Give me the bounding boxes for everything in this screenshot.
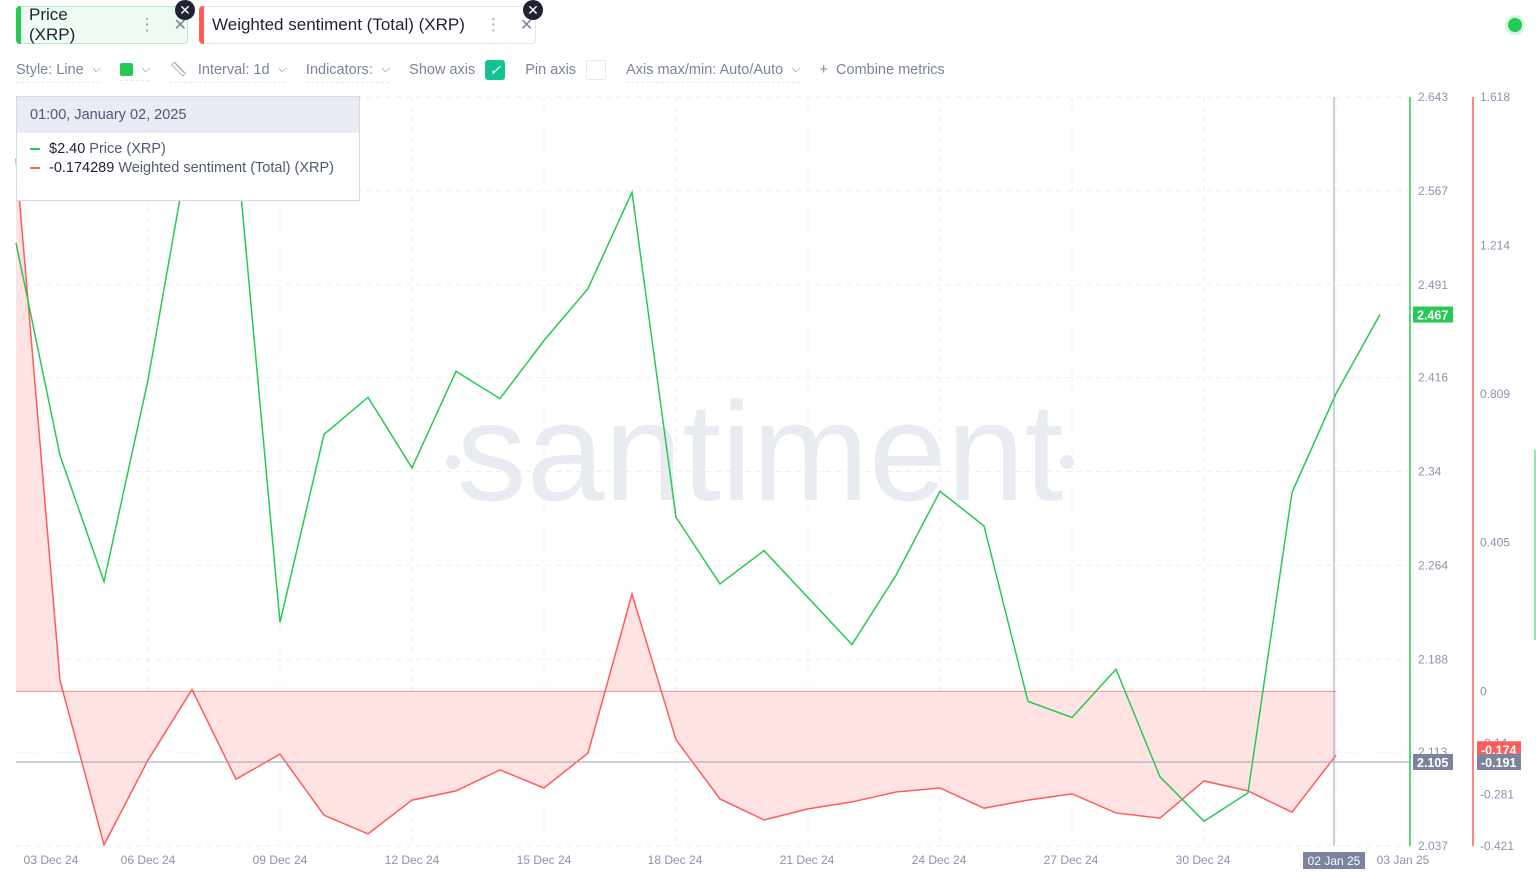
- x-tick-label: 21 Dec 24: [780, 853, 835, 867]
- legend-marker: [30, 148, 40, 150]
- x-tick-label: 12 Dec 24: [385, 853, 440, 867]
- sentiment-tick-label: 0: [1480, 684, 1487, 698]
- price-tick-label: 2.416: [1418, 371, 1448, 385]
- x-tick-label: 24 Dec 24: [912, 853, 967, 867]
- tooltip-date: 01:00, January 02, 2025: [17, 97, 359, 133]
- x-tick-label: 09 Dec 24: [253, 853, 308, 867]
- tooltip-row-price: $2.40 Price (XRP): [17, 141, 359, 157]
- sentiment-tick-label: 1.214: [1480, 238, 1510, 252]
- tooltip-series-name: Weighted sentiment (Total) (XRP): [118, 160, 335, 176]
- price-crosshair-badge: 2.105: [1417, 756, 1448, 770]
- x-tick-label: 03 Jan 25: [1377, 853, 1430, 867]
- price-tick-label: 2.491: [1418, 278, 1448, 292]
- legend-marker: [30, 167, 40, 169]
- crosshair-date-label: 02 Jan 25: [1308, 854, 1361, 868]
- sentiment-tick-label: 0.809: [1480, 387, 1510, 401]
- watermark: santiment: [457, 373, 1064, 530]
- x-tick-label: 03 Dec 24: [24, 853, 79, 867]
- sentiment-tick-label: 0.405: [1480, 536, 1510, 550]
- price-tick-label: 2.643: [1418, 90, 1448, 104]
- price-tick-label: 2.188: [1418, 652, 1448, 666]
- watermark-dot: [1060, 455, 1074, 469]
- tooltip-row-sentiment: -0.174289 Weighted sentiment (Total) (XRP…: [17, 160, 359, 176]
- price-current-badge: 2.467: [1417, 309, 1448, 323]
- x-tick-label: 30 Dec 24: [1176, 853, 1231, 867]
- x-tick-label: 27 Dec 24: [1044, 853, 1099, 867]
- x-tick-label: 06 Dec 24: [121, 853, 176, 867]
- sentiment-tick-label: -0.281: [1480, 788, 1514, 802]
- tooltip-series-name: Price (XRP): [89, 141, 166, 157]
- x-tick-label: 15 Dec 24: [517, 853, 572, 867]
- sentiment-tick-label: 1.618: [1480, 90, 1510, 104]
- tooltip: 01:00, January 02, 2025 $2.40 Price (XRP)…: [16, 96, 360, 201]
- price-tick-label: 2.567: [1418, 184, 1448, 198]
- watermark-dot: [446, 455, 460, 469]
- tooltip-value: -0.174289: [49, 160, 115, 176]
- price-tick-label: 2.264: [1418, 558, 1448, 572]
- sentiment-crosshair-badge: -0.191: [1481, 756, 1516, 770]
- price-tick-label: 2.34: [1418, 465, 1442, 479]
- tooltip-value: $2.40: [49, 141, 86, 157]
- x-tick-label: 18 Dec 24: [648, 853, 703, 867]
- price-tick-label: 2.037: [1418, 839, 1448, 853]
- sentiment-tick-label: -0.421: [1480, 839, 1514, 853]
